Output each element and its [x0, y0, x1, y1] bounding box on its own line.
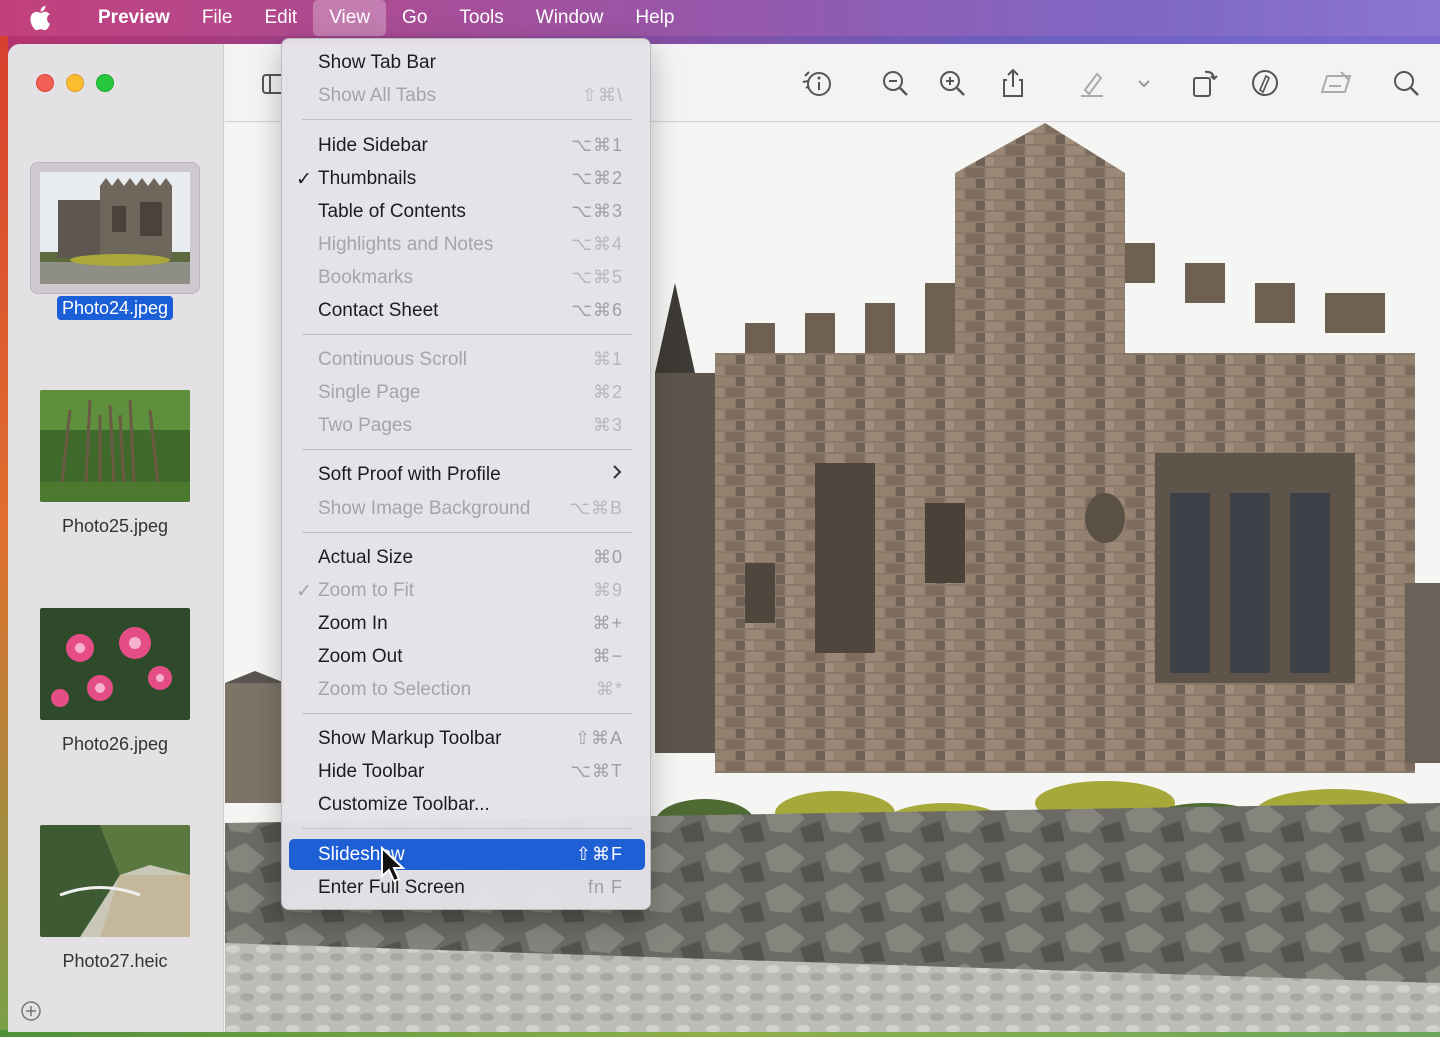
markup-icon[interactable] [1248, 66, 1282, 100]
search-icon[interactable] [1389, 66, 1423, 100]
menu-view[interactable]: View [313, 0, 387, 36]
menu-item-customize-toolbar[interactable]: Customize Toolbar... [289, 789, 645, 820]
minimize-button[interactable] [66, 74, 84, 92]
menu-tools[interactable]: Tools [443, 0, 519, 36]
submenu-chevron-icon [611, 464, 623, 486]
menu-file[interactable]: File [186, 0, 249, 36]
redact-icon[interactable] [1319, 66, 1353, 100]
mouse-pointer-icon [380, 845, 406, 884]
highlight-pen-icon[interactable] [1075, 66, 1109, 100]
chevron-down-icon[interactable] [1127, 66, 1161, 100]
menu-item-two-pages[interactable]: Two Pages ⌘3 [289, 410, 645, 441]
menu-item-contact-sheet[interactable]: Contact Sheet ⌥⌘6 [289, 295, 645, 326]
menu-separator [302, 449, 632, 450]
menu-bar: Preview File Edit View Go Tools Window H… [0, 0, 1440, 36]
apple-logo-icon[interactable] [28, 5, 54, 31]
zoom-out-icon[interactable] [878, 66, 912, 100]
checkmark-icon: ✓ [296, 581, 312, 602]
menu-item-highlights-and-notes[interactable]: Highlights and Notes ⌥⌘4 [289, 229, 645, 260]
menu-item-show-markup-toolbar[interactable]: Show Markup Toolbar ⇧⌘A [289, 723, 645, 754]
thumbnail-photo25[interactable]: Photo25.jpeg [40, 390, 190, 537]
menu-item-zoom-out[interactable]: Zoom Out ⌘− [289, 641, 645, 672]
thumbnail-caption: Photo24.jpeg [40, 296, 190, 320]
thumbnail-photo27[interactable]: Photo27.heic [40, 825, 190, 972]
info-icon[interactable] [800, 66, 834, 100]
thumbnail-caption: Photo26.jpeg [61, 734, 169, 754]
menu-item-zoom-in[interactable]: Zoom In ⌘+ [289, 608, 645, 639]
menu-item-hide-toolbar[interactable]: Hide Toolbar ⌥⌘T [289, 756, 645, 787]
menu-item-show-image-background[interactable]: Show Image Background ⌥⌘B [289, 493, 645, 524]
menu-item-show-tab-bar[interactable]: Show Tab Bar [289, 47, 645, 78]
add-page-icon[interactable] [20, 1000, 42, 1022]
checkmark-icon: ✓ [296, 169, 312, 190]
thumbnail-image [40, 825, 190, 937]
menu-item-zoom-to-fit[interactable]: ✓ Zoom to Fit ⌘9 [289, 575, 645, 606]
thumbnail-photo26[interactable]: Photo26.jpeg [40, 608, 190, 755]
menu-window[interactable]: Window [520, 0, 620, 36]
menu-item-single-page[interactable]: Single Page ⌘2 [289, 377, 645, 408]
menu-item-slideshow[interactable]: Slideshow ⇧⌘F [289, 839, 645, 870]
thumbnail-image [40, 172, 190, 284]
menu-separator [302, 532, 632, 533]
thumbnail-image [40, 608, 190, 720]
thumbnail-image [40, 390, 190, 502]
share-icon[interactable] [996, 66, 1030, 100]
menu-item-show-all-tabs[interactable]: Show All Tabs ⇧⌘\ [289, 80, 645, 111]
thumbnail-photo24[interactable]: Photo24.jpeg [30, 162, 200, 320]
menu-help[interactable]: Help [619, 0, 690, 36]
menu-item-thumbnails[interactable]: ✓ Thumbnails ⌥⌘2 [289, 163, 645, 194]
menu-item-enter-full-screen[interactable]: Enter Full Screen fn F [289, 872, 645, 903]
menu-separator [302, 828, 632, 829]
menu-go[interactable]: Go [386, 0, 443, 36]
thumbnail-caption: Photo25.jpeg [61, 516, 169, 536]
menu-item-zoom-to-selection[interactable]: Zoom to Selection ⌘* [289, 674, 645, 705]
menu-app-preview[interactable]: Preview [82, 0, 186, 36]
menu-item-soft-proof[interactable]: Soft Proof with Profile [289, 459, 645, 490]
menu-item-table-of-contents[interactable]: Table of Contents ⌥⌘3 [289, 196, 645, 227]
menu-separator [302, 119, 632, 120]
menu-edit[interactable]: Edit [248, 0, 313, 36]
fullscreen-button[interactable] [96, 74, 114, 92]
close-button[interactable] [36, 74, 54, 92]
menu-item-continuous-scroll[interactable]: Continuous Scroll ⌘1 [289, 344, 645, 375]
preview-window: Photo24.jpeg Photo25.jpeg Photo26.jpeg P… [8, 44, 1440, 1032]
view-menu-dropdown: Show Tab Bar Show All Tabs ⇧⌘\ Hide Sideb… [281, 38, 651, 910]
menu-item-actual-size[interactable]: Actual Size ⌘0 [289, 542, 645, 573]
zoom-in-icon[interactable] [935, 66, 969, 100]
menu-separator [302, 713, 632, 714]
menu-item-bookmarks[interactable]: Bookmarks ⌥⌘5 [289, 262, 645, 293]
rotate-icon[interactable] [1187, 66, 1221, 100]
menu-item-hide-sidebar[interactable]: Hide Sidebar ⌥⌘1 [289, 130, 645, 161]
thumbnail-sidebar: Photo24.jpeg Photo25.jpeg Photo26.jpeg P… [8, 44, 224, 1032]
menu-separator [302, 334, 632, 335]
window-controls [36, 74, 114, 92]
thumbnail-caption: Photo27.heic [62, 951, 168, 971]
desktop-wallpaper [0, 36, 8, 1036]
